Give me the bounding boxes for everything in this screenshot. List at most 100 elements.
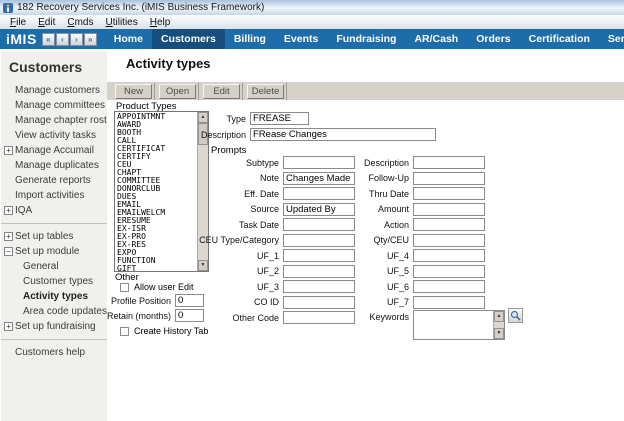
sidebar-item-set-up-module[interactable]: −Set up module — [1, 244, 121, 259]
type-field-row: Type — [107, 112, 309, 125]
menu-item-edit[interactable]: Edit — [32, 17, 61, 28]
field-row-thru-date: Thru Date — [359, 187, 485, 200]
uf-1-label: UF_1 — [107, 251, 283, 261]
thru-date-label: Thru Date — [359, 189, 413, 199]
uf-2-input[interactable] — [283, 265, 355, 278]
sidebar-item-customer-types[interactable]: Customer types — [1, 274, 121, 289]
keywords-scrollbar[interactable]: ▲ ▼ — [493, 311, 504, 339]
open-button[interactable]: Open — [159, 84, 196, 99]
sidebar-item-activity-types[interactable]: Activity types — [1, 289, 121, 304]
field-row-uf-5: UF_5 — [359, 265, 485, 278]
tab-customers[interactable]: Customers — [152, 29, 225, 49]
sidebar-header: Customers — [1, 55, 121, 83]
sidebar-panel: Customers Manage customersManage committ… — [0, 49, 121, 421]
scroll-up-icon[interactable]: ▲ — [494, 311, 504, 322]
eff-date-label: Eff. Date — [107, 189, 283, 199]
sidebar-item-manage-committees[interactable]: Manage committees — [1, 98, 121, 113]
sidebar-item-view-activity-tasks[interactable]: View activity tasks — [1, 128, 121, 143]
uf-3-input[interactable] — [283, 280, 355, 293]
nav-prev-icon[interactable]: ‹ — [56, 33, 69, 46]
sidebar-item-label: Customer types — [23, 276, 93, 287]
tab-orders[interactable]: Orders — [467, 29, 519, 49]
thru-date-input[interactable] — [413, 187, 485, 200]
new-button[interactable]: New — [115, 84, 152, 99]
tab-events[interactable]: Events — [275, 29, 327, 49]
collapse-icon[interactable]: − — [4, 247, 13, 256]
sidebar-item-generate-reports[interactable]: Generate reports — [1, 173, 121, 188]
eff-date-input[interactable] — [283, 187, 355, 200]
menu-item-cmds[interactable]: Cmds — [61, 17, 99, 28]
keywords-label: Keywords — [359, 310, 413, 322]
expand-icon[interactable]: + — [4, 322, 13, 331]
uf-7-input[interactable] — [413, 296, 485, 309]
ceu-type-category-input[interactable] — [283, 234, 355, 247]
nav-last-icon[interactable]: » — [84, 33, 97, 46]
keywords-textarea[interactable] — [414, 311, 492, 339]
type-input[interactable] — [250, 112, 309, 125]
sidebar-item-import-activities[interactable]: Import activities — [1, 188, 121, 203]
create-history-tab-checkbox[interactable] — [120, 327, 129, 336]
toolbar: New Open Edit Delete — [107, 82, 624, 100]
amount-input[interactable] — [413, 203, 485, 216]
qty-ceu-label: Qty/CEU — [359, 235, 413, 245]
field-row-uf-6: UF_6 — [359, 280, 485, 293]
sidebar-item-manage-accumail[interactable]: +Manage Accumail — [1, 143, 121, 158]
sidebar-item-customers-help[interactable]: Customers help — [1, 345, 121, 360]
uf-4-input[interactable] — [413, 249, 485, 262]
tab-service-central[interactable]: Service Central — [599, 29, 624, 49]
field-row-amount: Amount — [359, 203, 485, 216]
source-input[interactable] — [283, 203, 355, 216]
sidebar-item-label: Manage Accumail — [15, 145, 94, 156]
sidebar-item-manage-customers[interactable]: Manage customers — [1, 83, 121, 98]
other-code-input[interactable] — [283, 311, 355, 324]
sidebar-item-iqa[interactable]: +IQA — [1, 203, 121, 218]
co-id-input[interactable] — [283, 296, 355, 309]
menu-item-file[interactable]: File — [4, 17, 32, 28]
nav-first-icon[interactable]: « — [42, 33, 55, 46]
description-input[interactable] — [413, 156, 485, 169]
tab-fundraising[interactable]: Fundraising — [327, 29, 405, 49]
edit-button[interactable]: Edit — [203, 84, 240, 99]
keywords-lookup-button[interactable] — [508, 308, 523, 323]
field-row-co-id: CO ID — [107, 296, 355, 309]
menu-item-help[interactable]: Help — [144, 17, 177, 28]
task-date-input[interactable] — [283, 218, 355, 231]
expand-icon[interactable]: + — [4, 206, 13, 215]
tab-ar-cash[interactable]: AR/Cash — [405, 29, 467, 49]
sidebar-separator — [1, 223, 121, 224]
subtype-input[interactable] — [283, 156, 355, 169]
scroll-down-icon[interactable]: ▼ — [494, 328, 504, 339]
follow-up-input[interactable] — [413, 172, 485, 185]
tab-home[interactable]: Home — [105, 29, 152, 49]
tab-billing[interactable]: Billing — [225, 29, 275, 49]
description-input[interactable] — [250, 128, 436, 141]
sidebar-item-manage-chapter-rosters[interactable]: Manage chapter rosters — [1, 113, 121, 128]
title-bar: 182 Recovery Services Inc. (iMIS Busines… — [0, 0, 624, 15]
expand-icon[interactable]: + — [4, 232, 13, 241]
sidebar-item-set-up-tables[interactable]: +Set up tables — [1, 229, 121, 244]
tab-certification[interactable]: Certification — [520, 29, 599, 49]
uf-4-label: UF_4 — [359, 251, 413, 261]
description-field-row: Description — [107, 128, 436, 141]
sidebar-item-area-code-updates[interactable]: Area code updates — [1, 304, 121, 319]
uf-1-input[interactable] — [283, 249, 355, 262]
sidebar-item-general[interactable]: General — [1, 259, 121, 274]
delete-button[interactable]: Delete — [247, 84, 284, 99]
note-input[interactable] — [283, 172, 355, 185]
qty-ceu-input[interactable] — [413, 234, 485, 247]
sidebar-item-manage-duplicates[interactable]: Manage duplicates — [1, 158, 121, 173]
menu-item-utilities[interactable]: Utilities — [100, 17, 144, 28]
window-title: 182 Recovery Services Inc. (iMIS Busines… — [17, 2, 264, 13]
expand-icon[interactable]: + — [4, 146, 13, 155]
sidebar-item-label: Activity types — [23, 291, 88, 302]
uf-5-input[interactable] — [413, 265, 485, 278]
sidebar-item-set-up-fundraising[interactable]: +Set up fundraising — [1, 319, 121, 334]
field-row-action: Action — [359, 218, 485, 231]
other-code-label: Other Code — [107, 313, 283, 323]
nav-next-icon[interactable]: › — [70, 33, 83, 46]
app-window: 182 Recovery Services Inc. (iMIS Busines… — [0, 0, 624, 421]
action-label: Action — [359, 220, 413, 230]
prompts-section-label: Prompts — [211, 145, 246, 156]
action-input[interactable] — [413, 218, 485, 231]
uf-6-input[interactable] — [413, 280, 485, 293]
